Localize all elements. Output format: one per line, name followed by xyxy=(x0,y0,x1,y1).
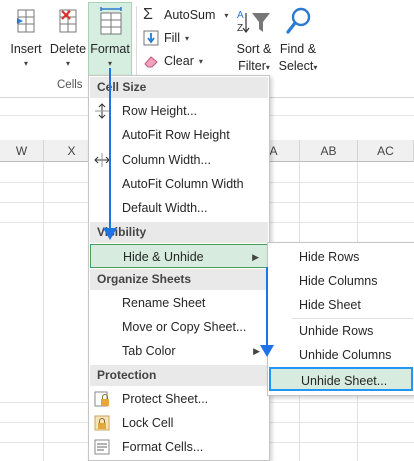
menu-item-label: Default Width... xyxy=(122,201,208,215)
grid-column-line xyxy=(43,162,44,461)
hide-unhide-submenu: Hide Rows Hide Columns Hide Sheet Unhide… xyxy=(267,242,414,396)
format-cells-icon xyxy=(100,7,122,35)
column-header-label: W xyxy=(15,144,28,158)
submenu-item-label: Unhide Columns xyxy=(299,348,392,362)
lock-icon xyxy=(94,415,110,431)
menu-item-tab-color[interactable]: Tab Color ▶ xyxy=(90,339,268,363)
cells-group-label: Cells xyxy=(57,79,83,91)
submenu-item-label: Hide Sheet xyxy=(299,298,361,312)
format-label: Format xyxy=(90,42,130,56)
sort-filter-label-line2: Filter▾ xyxy=(233,59,275,73)
menu-item-autofit-column-width[interactable]: AutoFit Column Width xyxy=(90,172,268,196)
section-cell-size: Cell Size xyxy=(90,77,268,98)
svg-text:A: A xyxy=(237,10,244,21)
eraser-icon xyxy=(143,53,159,69)
menu-item-protect-sheet[interactable]: Protect Sheet... xyxy=(90,387,268,411)
clear-label: Clear xyxy=(164,54,194,68)
chevron-right-icon: ▶ xyxy=(253,346,260,356)
format-dropdown-menu: Cell Size Row Height... AutoFit Row Heig… xyxy=(88,75,270,461)
submenu-item-label: Unhide Sheet... xyxy=(301,374,388,388)
delete-label: Delete xyxy=(49,42,87,56)
submenu-item-label: Hide Columns xyxy=(299,274,378,288)
section-protection: Protection xyxy=(90,365,268,386)
menu-item-label: Lock Cell xyxy=(122,416,174,430)
chevron-down-icon: ▾ xyxy=(265,63,270,72)
menu-item-move-copy-sheet[interactable]: Move or Copy Sheet... xyxy=(90,315,268,339)
chevron-down-icon: ▾ xyxy=(198,56,203,66)
fill-button[interactable]: Fill ▾ xyxy=(143,30,189,46)
delete-button[interactable]: Delete ▾ xyxy=(48,4,88,76)
magnifier-icon xyxy=(286,7,311,34)
submenu-item-hide-rows[interactable]: Hide Rows xyxy=(269,245,413,269)
column-header-label: AB xyxy=(320,144,337,158)
menu-item-hide-unhide[interactable]: Hide & Unhide ▶ xyxy=(90,244,268,268)
menu-item-label: Rename Sheet xyxy=(122,296,206,310)
format-cells-dialog-icon xyxy=(94,439,110,455)
menu-item-column-width[interactable]: Column Width... xyxy=(90,148,268,172)
column-width-icon xyxy=(94,153,110,167)
delete-cells-icon xyxy=(59,9,77,33)
guide-arrow-line xyxy=(109,68,111,230)
submenu-item-unhide-rows[interactable]: Unhide Rows xyxy=(269,319,413,343)
submenu-item-unhide-sheet[interactable]: Unhide Sheet... xyxy=(269,367,413,391)
guide-arrow-line xyxy=(266,267,268,347)
menu-item-label: Tab Color xyxy=(122,344,176,358)
menu-item-label: Column Width... xyxy=(122,153,211,167)
find-select-label-line2: Select▾ xyxy=(276,59,320,73)
menu-item-row-height[interactable]: Row Height... xyxy=(90,99,268,123)
column-header-label: AC xyxy=(377,144,394,158)
row-height-icon xyxy=(95,103,109,119)
insert-label: Insert xyxy=(10,42,42,56)
clear-button[interactable]: Clear ▾ xyxy=(143,53,203,69)
column-header-ab[interactable]: AB xyxy=(300,140,358,162)
chevron-down-icon: ▾ xyxy=(224,10,229,20)
menu-item-autofit-row-height[interactable]: AutoFit Row Height xyxy=(90,123,268,147)
column-header-label: X xyxy=(67,144,76,158)
menu-item-label: Hide & Unhide xyxy=(123,250,204,264)
sort-filter-icon: A Z xyxy=(237,10,270,34)
menu-item-rename-sheet[interactable]: Rename Sheet xyxy=(90,291,268,315)
menu-item-label: Move or Copy Sheet... xyxy=(122,320,247,334)
protect-sheet-icon xyxy=(94,391,109,407)
submenu-item-hide-sheet[interactable]: Hide Sheet xyxy=(269,293,413,317)
menu-item-label: AutoFit Row Height xyxy=(122,128,230,142)
chevron-down-icon: ▾ xyxy=(23,59,28,68)
column-header-ac[interactable]: AC xyxy=(358,140,414,162)
chevron-down-icon: ▾ xyxy=(313,63,318,72)
submenu-item-label: Hide Rows xyxy=(299,250,360,264)
menu-item-label: Row Height... xyxy=(122,104,198,118)
autosum-button[interactable]: Σ AutoSum ▾ xyxy=(143,7,228,23)
menu-item-format-cells[interactable]: Format Cells... xyxy=(90,435,268,459)
find-select-button[interactable]: Find & Select▾ xyxy=(276,4,320,76)
fill-label: Fill xyxy=(164,31,180,45)
insert-cells-icon xyxy=(17,9,35,33)
submenu-item-unhide-columns[interactable]: Unhide Columns xyxy=(269,343,413,367)
column-header-w[interactable]: W xyxy=(0,140,44,162)
menu-item-label: Protect Sheet... xyxy=(122,392,209,406)
sigma-icon: Σ xyxy=(143,6,153,23)
svg-text:Z: Z xyxy=(237,23,243,34)
chevron-right-icon: ▶ xyxy=(252,252,259,262)
section-organize-sheets: Organize Sheets xyxy=(90,269,268,290)
chevron-down-icon: ▾ xyxy=(65,59,70,68)
guide-arrow-head-icon xyxy=(260,345,274,357)
format-button[interactable]: Format ▾ xyxy=(88,2,132,76)
fill-down-icon xyxy=(143,30,159,46)
sort-filter-button[interactable]: A Z Sort & Filter▾ xyxy=(233,4,275,76)
menu-item-label: Format Cells... xyxy=(122,440,204,454)
sort-filter-label-text: Filter xyxy=(238,59,266,73)
insert-button[interactable]: Insert ▾ xyxy=(6,4,46,76)
submenu-item-label: Unhide Rows xyxy=(299,324,374,338)
autosum-label: AutoSum xyxy=(164,8,216,22)
chevron-down-icon: ▾ xyxy=(107,59,112,68)
sort-filter-label-line1: Sort & xyxy=(236,42,272,56)
menu-item-label: AutoFit Column Width xyxy=(122,177,244,191)
menu-item-default-width[interactable]: Default Width... xyxy=(90,196,268,220)
guide-arrow-head-icon xyxy=(103,228,117,240)
chevron-down-icon: ▾ xyxy=(184,33,189,43)
menu-item-lock-cell[interactable]: Lock Cell xyxy=(90,411,268,435)
find-select-label-line1: Find & xyxy=(279,42,317,56)
submenu-item-hide-columns[interactable]: Hide Columns xyxy=(269,269,413,293)
find-select-label-text: Select xyxy=(278,59,314,73)
